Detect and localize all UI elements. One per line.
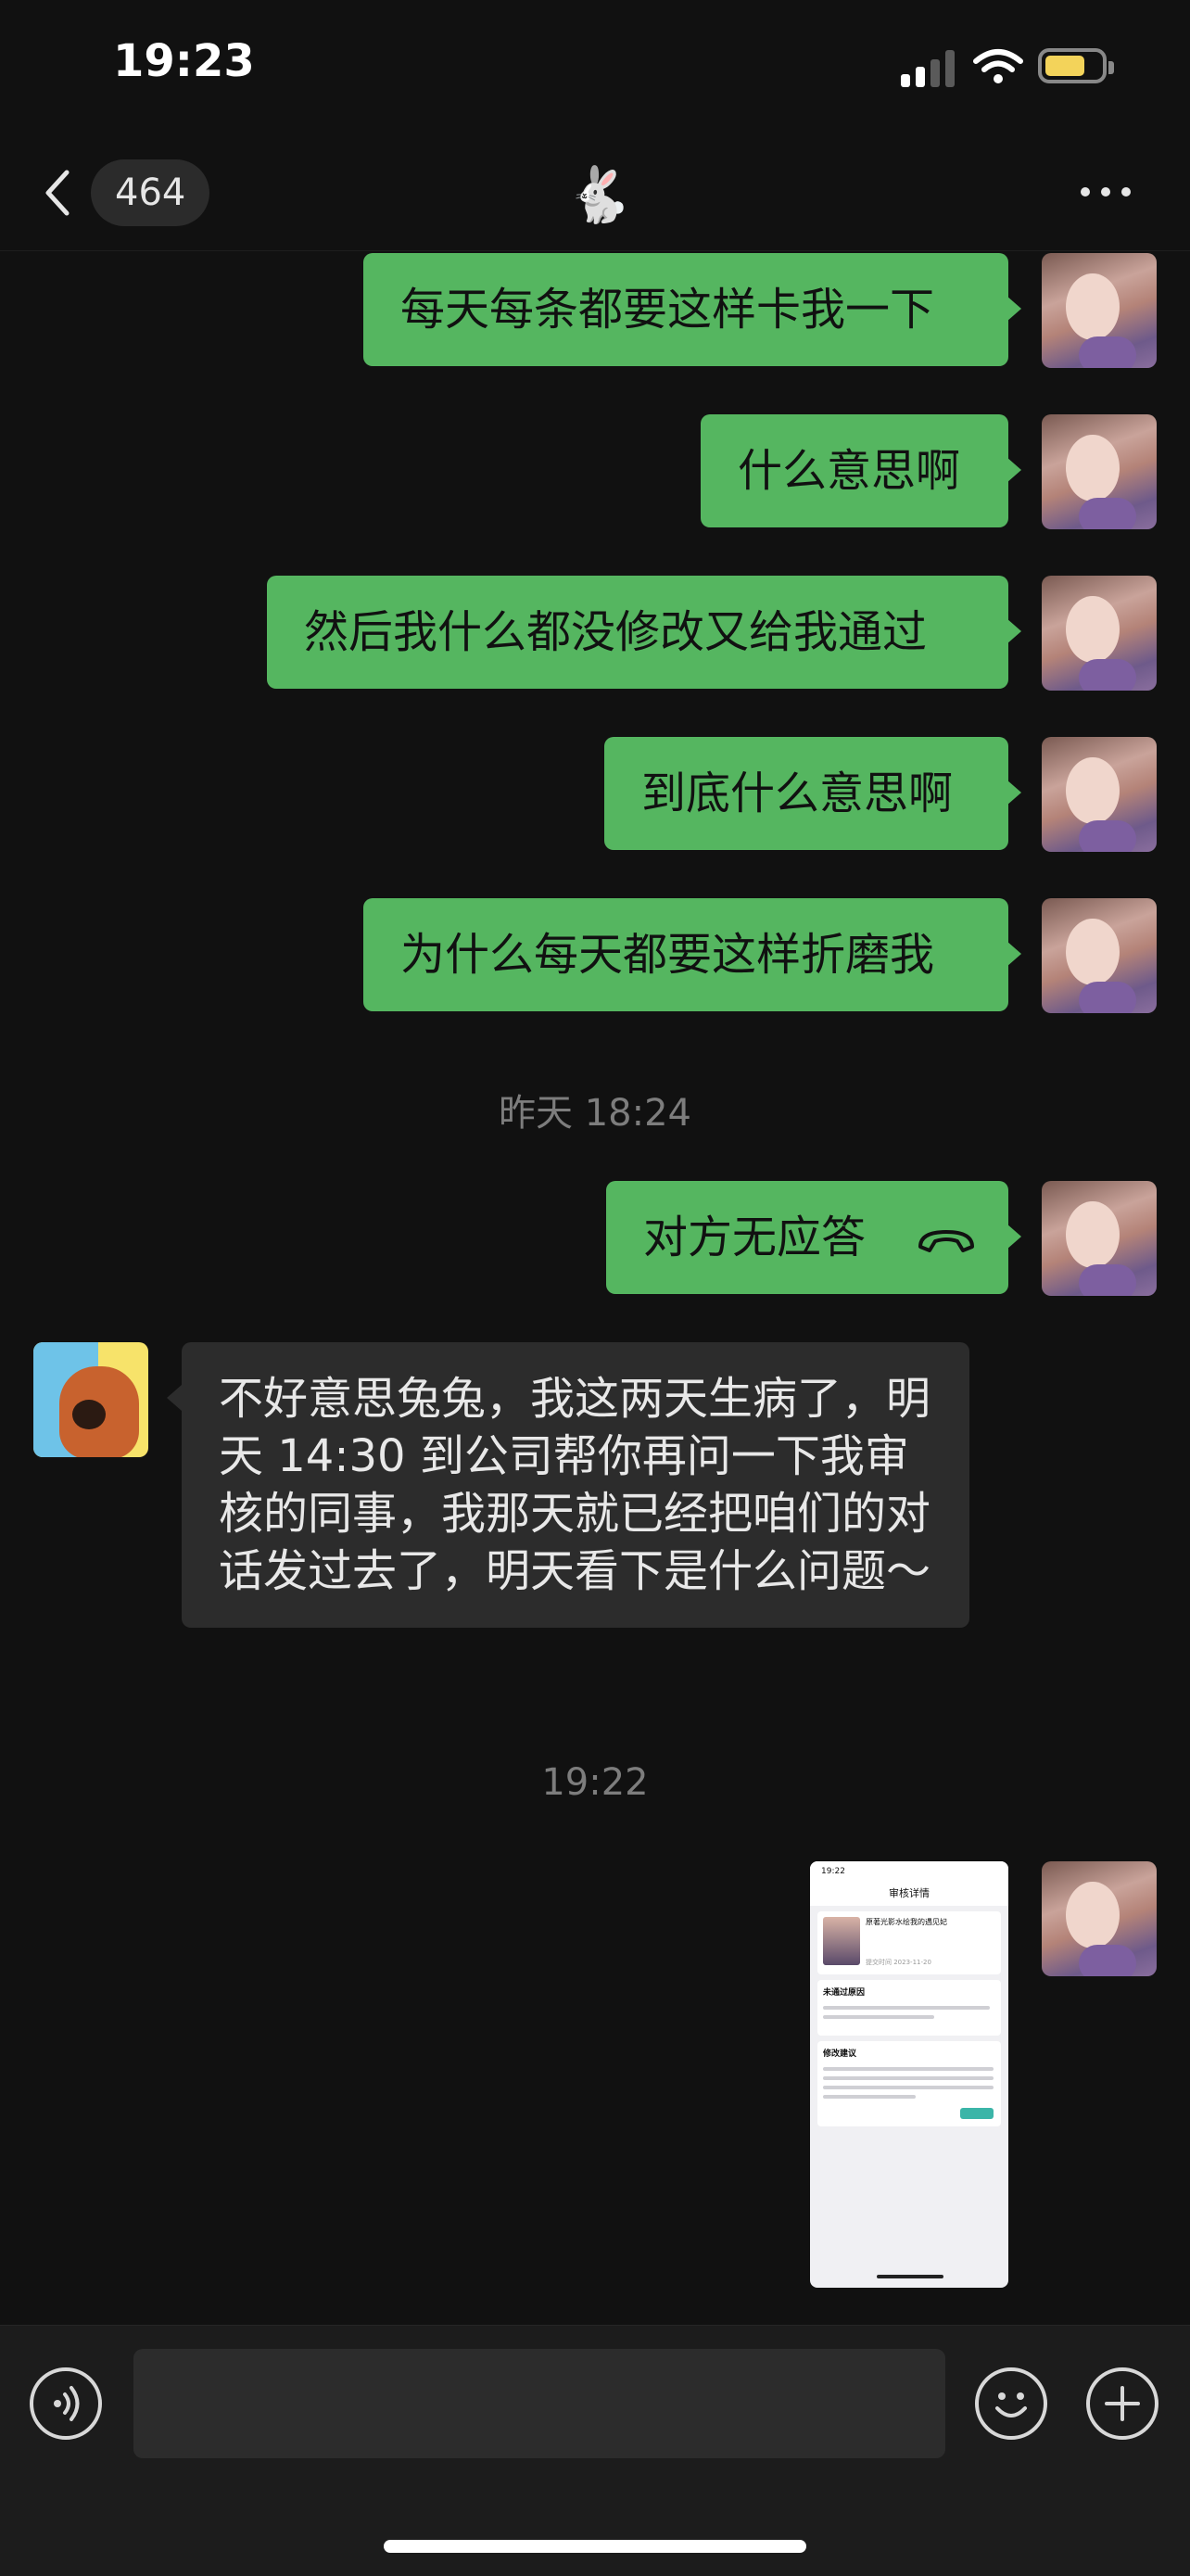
my-avatar[interactable] (1042, 898, 1157, 1013)
missed-call-message[interactable]: 对方无应答 (606, 1181, 1021, 1294)
message-input-bar (0, 2325, 1190, 2576)
call-status-text: 对方无应答 (643, 1212, 867, 1263)
thumbnail-status-time: 19:22 (821, 1867, 845, 1876)
outgoing-message[interactable]: 为什么每天都要这样折磨我 (363, 898, 1021, 1011)
outgoing-message[interactable]: 然后我什么都没修改又给我通过 (267, 576, 1021, 689)
home-indicator[interactable] (384, 2540, 806, 2553)
thumbnail-screen-title: 审核详情 (889, 1887, 930, 1899)
outgoing-message[interactable]: 每天每条都要这样卡我一下 (363, 253, 1021, 366)
message-text-input[interactable] (133, 2349, 945, 2458)
my-avatar[interactable] (1042, 1181, 1157, 1296)
more-options-icon[interactable] (1075, 174, 1140, 208)
contact-avatar[interactable] (33, 1342, 148, 1457)
my-avatar[interactable] (1042, 737, 1157, 852)
phone-hangup-icon (918, 1230, 975, 1252)
status-bar: 19:23 (0, 0, 1190, 139)
thumbnail-item-card: 原著光影水绘我的遇见妃 提交时间 2023-11-20 (817, 1911, 1001, 1974)
emoji-button[interactable] (975, 2367, 1047, 2440)
battery-icon (1038, 48, 1114, 83)
message-timestamp: 昨天 18:24 (499, 1092, 691, 1135)
emoji-icon (995, 2392, 1027, 2417)
plus-icon (1105, 2386, 1140, 2421)
status-time: 19:23 (113, 35, 255, 87)
outgoing-message[interactable]: 什么意思啊 (701, 414, 1021, 527)
rabbit-icon: 🐇 (565, 163, 633, 226)
my-avatar[interactable] (1042, 576, 1157, 691)
add-more-button[interactable] (1086, 2367, 1158, 2440)
image-message-thumbnail[interactable]: 19:22 审核详情 原著光影水绘我的遇见妃 提交时间 2023-11-20 未… (810, 1861, 1008, 2288)
voice-icon (54, 2386, 80, 2421)
message-timestamp: 19:22 (541, 1761, 649, 1804)
chat-header: 464 🐇 (0, 139, 1190, 251)
unread-count-badge[interactable]: 464 (91, 159, 210, 226)
voice-input-button[interactable] (30, 2367, 102, 2440)
my-avatar[interactable] (1042, 1861, 1157, 1976)
wifi-icon (973, 49, 1023, 83)
my-avatar[interactable] (1042, 253, 1157, 368)
outgoing-message[interactable]: 到底什么意思啊 (604, 737, 1021, 850)
my-avatar[interactable] (1042, 414, 1157, 529)
cellular-signal-icon (901, 48, 960, 87)
back-chevron-icon[interactable] (37, 165, 83, 221)
thumbnail-reason-card: 未通过原因 (817, 1980, 1001, 2036)
incoming-message[interactable]: 不好意思兔兔，我这两天生病了，明天 14:30 到公司帮你再问一下我审核的同事，… (167, 1342, 969, 1628)
thumbnail-suggestion-card: 修改建议 (817, 2041, 1001, 2126)
